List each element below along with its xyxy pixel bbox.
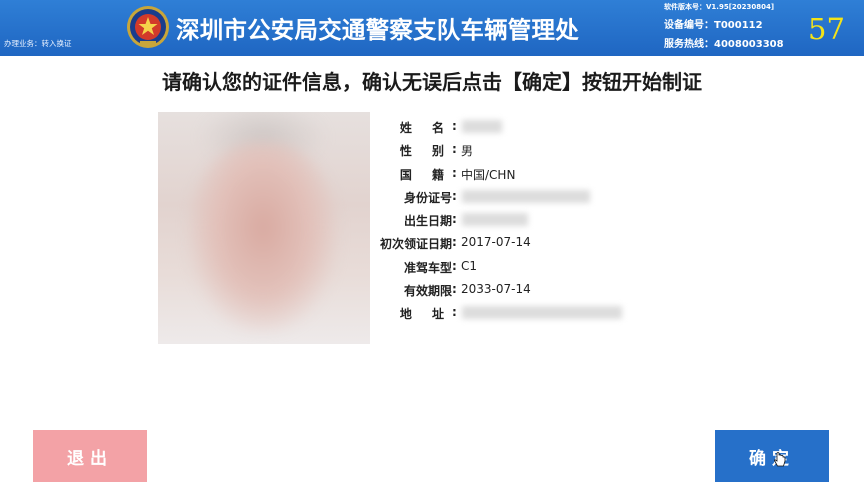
redacted-value <box>462 189 590 203</box>
field-label: 性 别 <box>399 144 452 159</box>
id-photo <box>158 112 370 344</box>
page-title: 深圳市公安局交通警察支队车辆管理处 <box>176 16 579 44</box>
field-label: 出生日期 <box>403 214 452 229</box>
colon: : <box>452 119 457 133</box>
field-value: 男 <box>461 144 474 159</box>
confirm-button[interactable]: 确定 <box>715 430 829 482</box>
instruction-text: 请确认您的证件信息，确认无误后点击【确定】按钮开始制证 <box>162 70 702 94</box>
redacted-value <box>462 120 502 133</box>
colon: : <box>452 165 457 180</box>
colon: : <box>452 142 457 157</box>
hand-cursor-icon <box>774 452 786 467</box>
device-number: 设备编号：T000112 <box>664 20 763 31</box>
field-value: 中国/CHN <box>461 167 516 182</box>
field-label: 国 籍 <box>399 167 452 182</box>
field-label: 初次领证日期 <box>379 237 452 252</box>
colon: : <box>452 305 457 320</box>
colon: : <box>452 212 457 227</box>
field-value: 2017-07-14 <box>461 235 531 250</box>
exit-button[interactable]: 退出 <box>33 430 147 482</box>
field-value: C1 <box>461 258 478 273</box>
colon: : <box>452 282 457 297</box>
software-version: 软件版本号：V1.95[20230804] <box>664 3 775 11</box>
colon: : <box>452 188 457 203</box>
redacted-value <box>462 213 528 227</box>
service-hotline: 服务热线：4008003308 <box>664 39 784 50</box>
photo-blur-face <box>188 142 338 332</box>
police-emblem-icon <box>127 6 169 48</box>
device-info: 软件版本号：V1.95[20230804] 设备编号：T000112 服务热线：… <box>664 2 784 51</box>
field-label: 地 址 <box>399 307 452 322</box>
business-type: 办理业务：转入换证 <box>4 39 72 48</box>
colon: : <box>452 235 457 250</box>
field-value: 2033-07-14 <box>461 282 531 297</box>
field-label: 身份证号 <box>403 190 452 205</box>
field-label: 姓 名 <box>399 121 452 135</box>
countdown-timer: 57 <box>808 12 845 46</box>
field-label: 有效期限 <box>403 284 452 299</box>
redacted-value <box>462 306 622 320</box>
colon: : <box>452 258 457 273</box>
header-bar: 办理业务：转入换证 深圳市公安局交通警察支队车辆管理处 软件版本号：V1.95[… <box>0 0 864 56</box>
field-label: 准驾车型 <box>403 260 452 275</box>
